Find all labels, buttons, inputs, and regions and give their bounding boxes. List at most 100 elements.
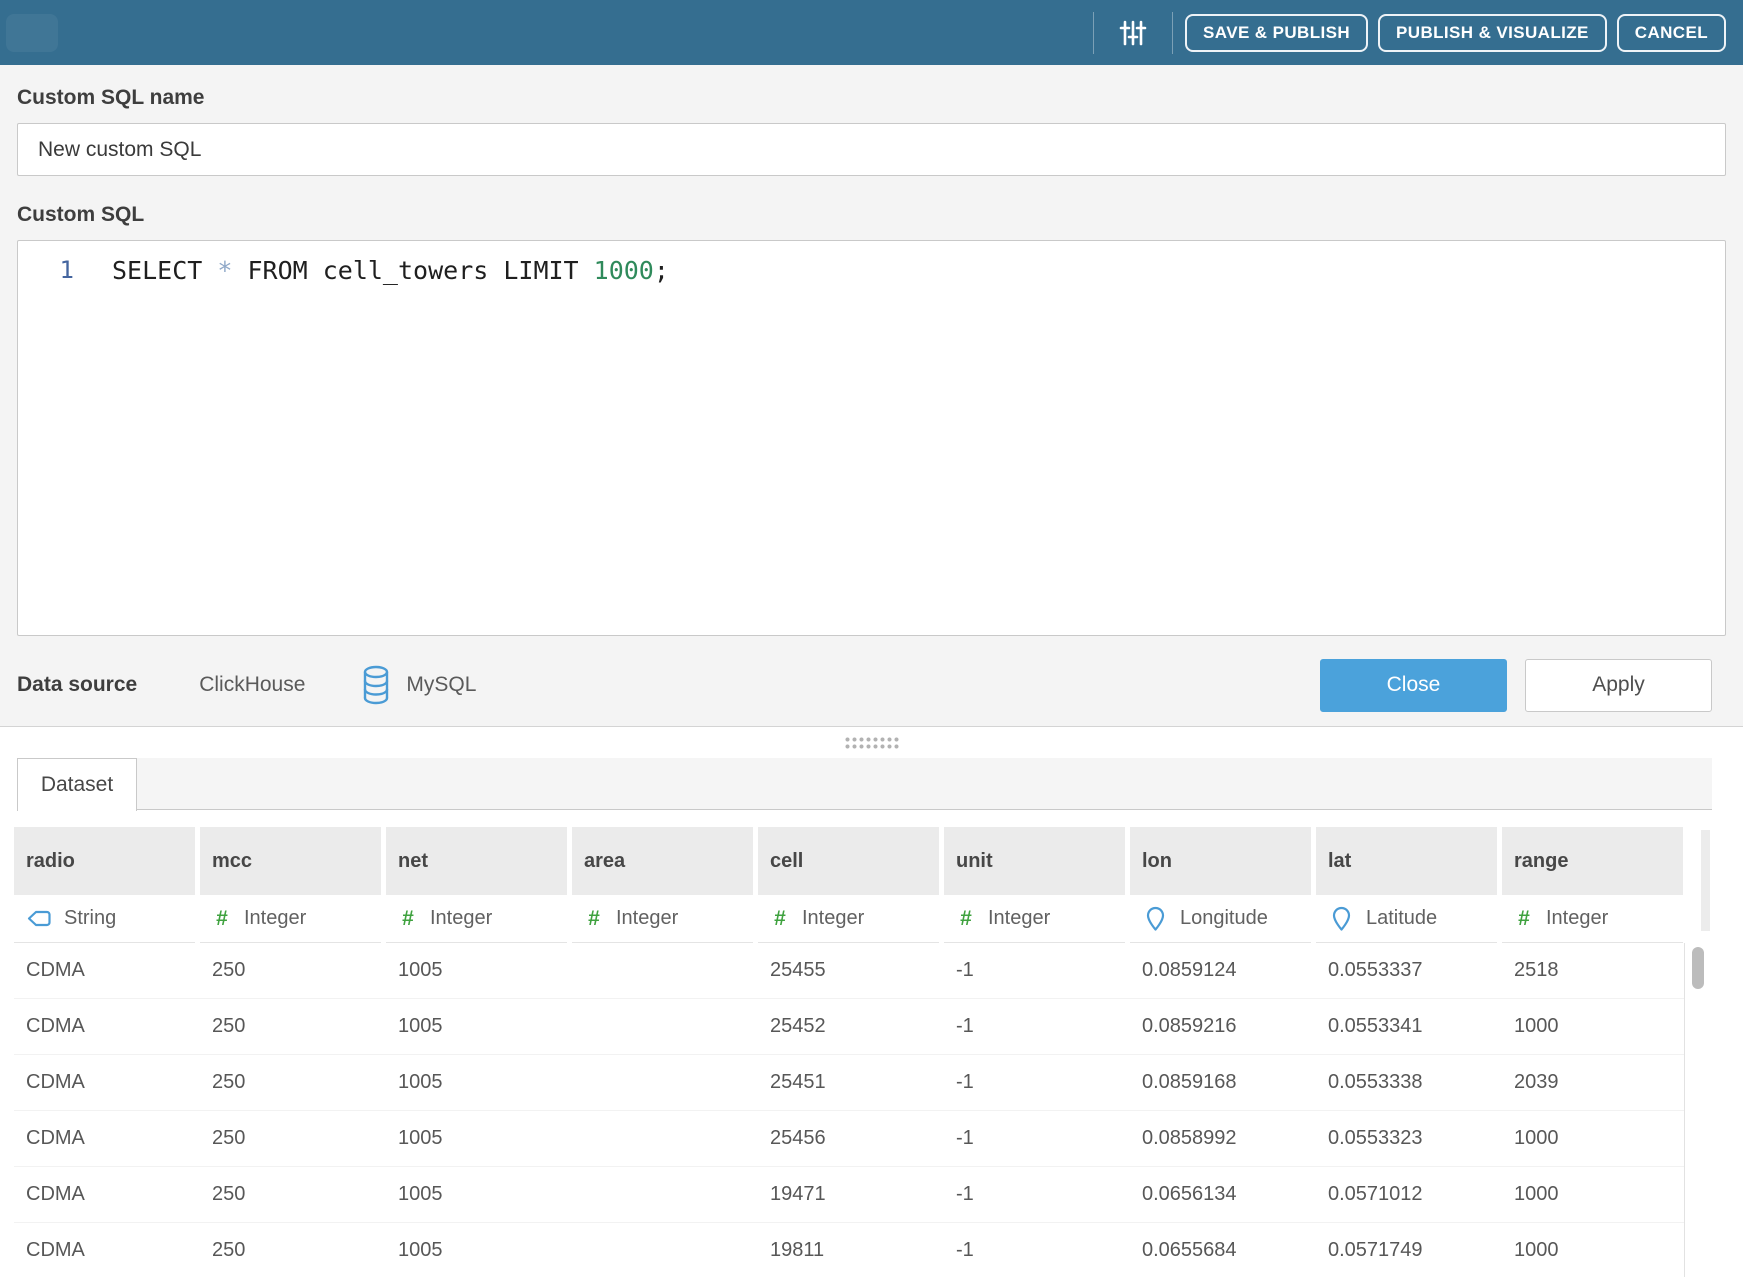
table-cell: [572, 1111, 753, 1166]
column-type-unit: # Integer: [944, 895, 1125, 943]
custom-sql-label: Custom SQL: [17, 176, 1726, 227]
table-cell: 1005: [386, 999, 567, 1054]
table-cell: 1005: [386, 1167, 567, 1222]
table-cell: -1: [944, 1167, 1125, 1222]
apply-button[interactable]: Apply: [1525, 659, 1712, 712]
table-cell: 250: [200, 1223, 381, 1277]
table-cell: 2039: [1502, 1055, 1683, 1110]
column-type-lat: Latitude: [1316, 895, 1497, 943]
table-cell: 1005: [386, 943, 567, 998]
table-cell: 0.0859168: [1130, 1055, 1311, 1110]
table-cell: [572, 943, 753, 998]
sql-token: FROM cell_towers LIMIT: [232, 256, 593, 285]
table-cell: 1000: [1502, 1111, 1683, 1166]
table-cell: 0.0553323: [1316, 1111, 1497, 1166]
column-type-area: #Integer: [572, 895, 753, 943]
table-cell: [572, 1055, 753, 1110]
top-bar: SAVE & PUBLISH PUBLISH & VISUALIZE CANCE…: [0, 0, 1743, 65]
table-cell: -1: [944, 1111, 1125, 1166]
table-row: CDMA250100525455-10.08591240.05533372518: [14, 943, 1684, 999]
sql-token: SELECT: [112, 256, 217, 285]
integer-icon: #: [584, 907, 604, 931]
vertical-scrollbar-thumb[interactable]: [1692, 947, 1704, 989]
column-header-lon[interactable]: lon: [1130, 827, 1311, 895]
sql-token: 1000: [594, 256, 654, 285]
column-type-label: Latitude: [1366, 907, 1437, 930]
string-icon: [26, 909, 52, 928]
table-cell: 1000: [1502, 1223, 1683, 1277]
save-and-publish-button[interactable]: SAVE & PUBLISH: [1185, 14, 1368, 52]
column-type-label: Integer: [802, 907, 864, 930]
column-type-mcc: #Integer: [200, 895, 381, 943]
table-cell: 0.0858992: [1130, 1111, 1311, 1166]
editor-line-number: 1: [18, 256, 74, 635]
table-cell: 25456: [758, 1111, 939, 1166]
table-cell: 1005: [386, 1055, 567, 1110]
column-type-label: Integer: [988, 907, 1050, 930]
table-cell: 0.0656134: [1130, 1167, 1311, 1222]
column-header-radio[interactable]: radio: [14, 827, 195, 895]
table-cell: 0.0655684: [1130, 1223, 1311, 1277]
datasource-row: Data source ClickHouse MySQL Close Apply: [17, 658, 1726, 712]
datasource-item-clickhouse[interactable]: ClickHouse: [199, 673, 305, 697]
column-type-lon: Longitude: [1130, 895, 1311, 943]
sql-editor[interactable]: 1 SELECT * FROM cell_towers LIMIT 1000;: [17, 240, 1726, 636]
splitter-drag-handle[interactable]: [844, 736, 899, 749]
table-cell: 1000: [1502, 999, 1683, 1054]
table-cell: 1005: [386, 1111, 567, 1166]
table-cell: 0.0553338: [1316, 1055, 1497, 1110]
dataset-tab-bar: Dataset: [17, 758, 1712, 810]
table-cell: -1: [944, 1223, 1125, 1277]
column-header-cell[interactable]: cell: [758, 827, 939, 895]
publish-and-visualize-button[interactable]: PUBLISH & VISUALIZE: [1378, 14, 1607, 52]
latitude-icon: [1328, 906, 1354, 932]
table-cell: CDMA: [14, 1223, 195, 1277]
table-cell: 250: [200, 1111, 381, 1166]
table-cell: 250: [200, 943, 381, 998]
settings-sliders-icon[interactable]: [1094, 18, 1172, 48]
sql-token: ;: [654, 256, 669, 285]
column-type-label: Integer: [430, 907, 492, 930]
column-header-area[interactable]: area: [572, 827, 753, 895]
table-cell: 1000: [1502, 1167, 1683, 1222]
column-header-unit[interactable]: unit: [944, 827, 1125, 895]
table-cell: -1: [944, 1055, 1125, 1110]
table-cell: 19471: [758, 1167, 939, 1222]
table-cell: -1: [944, 943, 1125, 998]
column-type-label: String: [64, 907, 116, 930]
table-cell: [572, 999, 753, 1054]
table-cell: [572, 1167, 753, 1222]
datasource-label: Data source: [17, 673, 137, 697]
integer-icon: #: [770, 907, 790, 931]
table-row: CDMA250100525452-10.08592160.05533411000: [14, 999, 1684, 1055]
close-button[interactable]: Close: [1320, 659, 1507, 712]
table-cell: -1: [944, 999, 1125, 1054]
vertical-scrollbar-track[interactable]: [1701, 830, 1710, 931]
column-header-range[interactable]: range: [1502, 827, 1683, 895]
cancel-button[interactable]: CANCEL: [1617, 14, 1726, 52]
sql-token: *: [217, 256, 232, 285]
integer-icon: #: [956, 907, 976, 931]
tab-dataset[interactable]: Dataset: [17, 758, 137, 811]
table-body: CDMA250100525455-10.08591240.05533372518…: [14, 943, 1684, 1277]
integer-icon: #: [398, 907, 418, 931]
datasource-item-mysql[interactable]: MySQL: [361, 665, 476, 705]
table-row: CDMA250100519811-10.06556840.05717491000: [14, 1223, 1684, 1277]
column-type-label: Integer: [244, 907, 306, 930]
table-cell: 0.0571749: [1316, 1223, 1497, 1277]
table-row: CDMA2501005 25456-10.08589920.05533231000: [14, 1111, 1684, 1167]
table-cell: 1005: [386, 1223, 567, 1277]
column-header-lat[interactable]: lat: [1316, 827, 1497, 895]
column-header-net[interactable]: net: [386, 827, 567, 895]
table-header-row: radiomccnetareacellunitlonlatrange: [14, 827, 1684, 895]
table-cell: CDMA: [14, 1055, 195, 1110]
database-icon: [361, 665, 391, 705]
column-header-mcc[interactable]: mcc: [200, 827, 381, 895]
table-cell: 25451: [758, 1055, 939, 1110]
table-cell: 0.0553337: [1316, 943, 1497, 998]
custom-sql-panel: Custom SQL name Custom SQL 1 SELECT * FR…: [0, 65, 1743, 727]
custom-sql-name-input[interactable]: [17, 123, 1726, 176]
back-button[interactable]: [6, 14, 58, 52]
table-type-row: String#Integer#Integer#Integer#Integer#I…: [14, 895, 1684, 943]
table-cell: CDMA: [14, 1111, 195, 1166]
